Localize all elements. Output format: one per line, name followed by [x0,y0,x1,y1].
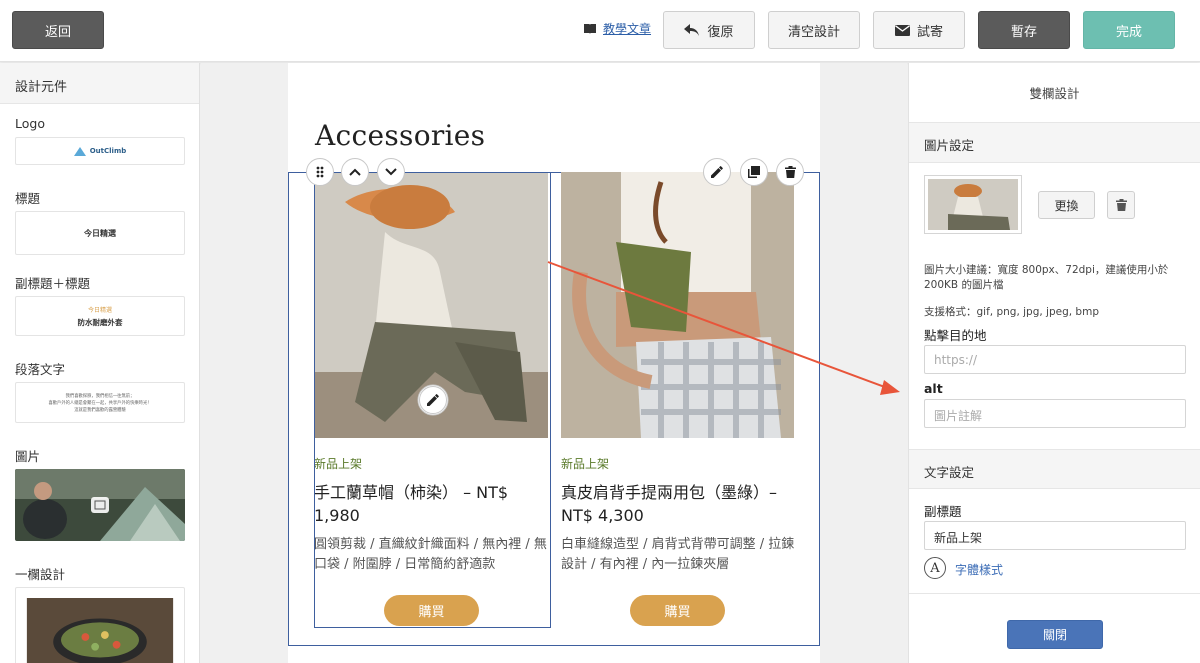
product-title[interactable]: 手工蘭草帽（柿染） – NT$ 1,980 [314,481,548,527]
pencil-icon [711,166,723,178]
top-toolbar: 返回 教學文章 復原 清空設計 試寄 暫存 完成 [0,0,1200,62]
image-thumbnail [924,175,1022,234]
buy-button[interactable]: 購買 [630,595,725,626]
replace-label: 更換 [1054,198,1079,213]
camping-photo-thumbnail [15,469,185,541]
subtitle-input[interactable]: 新品上架 [924,521,1186,550]
clear-design-label: 清空設計 [787,24,840,40]
delete-image-button[interactable] [1107,191,1135,219]
section-heading[interactable]: Accessories [315,119,485,152]
restore-button[interactable]: 復原 [663,11,755,49]
chevron-up-icon [349,168,361,176]
buy-button[interactable]: 購買 [384,595,479,626]
image-format-hint: 支援格式：gif, png, jpg, jpeg, bmp [924,306,1099,318]
alt-label: alt [924,381,943,396]
panel-title: 雙欄設計 [909,63,1200,123]
move-down-button[interactable] [377,158,405,186]
replace-image-button[interactable]: 更換 [1038,191,1095,219]
alt-input[interactable]: 圖片註解 [924,399,1186,428]
restore-label: 復原 [707,24,734,40]
done-label: 完成 [1115,24,1142,40]
drag-handle-icon [316,166,324,178]
pencil-icon [427,394,439,406]
done-button[interactable]: 完成 [1083,11,1175,49]
subtitle-label: 副標題 [924,504,962,519]
font-style-icon: A [924,557,946,579]
cooking-photo-thumbnail [26,598,174,663]
settings-panel: 雙欄設計 圖片設定 更換 圖片大小建議：寬度 800px、72dpi，建議使用小… [908,63,1200,663]
subtitle-preview-sub: 今日精選 [87,306,112,314]
edit-image-button[interactable] [419,386,447,414]
image-settings-header: 圖片設定 [909,123,1200,163]
paragraph-preview-line: 這就是我們喜歡的露營體驗 [74,407,126,413]
buy-label: 購買 [664,605,691,620]
trash-icon [1115,199,1127,211]
product-tag[interactable]: 新品上架 [561,455,609,472]
component-label-subtitle-title: 副標題＋標題 [15,276,91,291]
undo-icon [684,24,700,36]
component-paragraph[interactable]: 我們喜歡探險，我們相信一往無前； 喜歡戶外的人總是會聚在一起，共享戶外的快樂時光… [15,382,185,423]
drag-handle-button[interactable] [306,158,334,186]
link-label: 點擊目的地 [924,328,987,343]
font-style-link[interactable]: 字體樣式 [955,561,1003,578]
back-button[interactable]: 返回 [12,11,104,49]
close-button[interactable]: 關閉 [1007,620,1103,649]
tutorial-link[interactable]: 教學文章 [603,20,651,37]
component-title[interactable]: 今日精選 [15,211,185,255]
logo-text: OutClimb [89,147,127,155]
book-icon [584,23,596,34]
product-description[interactable]: 白車縫線造型 / 肩背式背帶可調整 / 拉鍊設計 / 有內裡 / 內一拉鍊夾層 [561,535,797,575]
email-canvas: Accessories 新品上架 手工蘭草帽（柿染） – NT$ 1,980 圓… [288,63,820,663]
component-logo[interactable]: OutClimb [15,137,185,165]
trash-icon [784,166,796,178]
components-header: 設計元件 [0,63,199,104]
component-label-image: 圖片 [15,449,41,464]
chevron-down-icon [385,168,397,176]
font-style-icon-letter: A [930,560,940,576]
hat-model-thumbnail [928,179,1018,230]
edit-block-button[interactable] [703,158,731,186]
bag-model-photo [561,172,794,438]
test-send-label: 試寄 [916,24,943,40]
move-up-button[interactable] [341,158,369,186]
clear-design-button[interactable]: 清空設計 [768,11,860,49]
product-image-bag[interactable] [561,172,794,438]
component-label-title: 標題 [15,191,41,206]
save-draft-label: 暫存 [1010,24,1037,40]
paragraph-preview-line: 喜歡戶外的人總是會聚在一起，共享戶外的快樂時光！ [48,400,152,406]
component-label-one-column: 一欄設計 [15,567,66,582]
component-label-paragraph: 段落文字 [15,362,66,377]
tutorial-link-wrap: 教學文章 [583,20,651,37]
buy-label: 購買 [418,605,445,620]
close-label: 關閉 [1042,628,1067,642]
component-label-logo: Logo [15,116,45,131]
link-input[interactable]: https:// [924,345,1186,374]
test-send-button[interactable]: 試寄 [873,11,965,49]
product-description[interactable]: 圓領剪裁 / 直織紋針織面料 / 無內裡 / 無口袋 / 附圍脖 / 日常簡約舒… [314,535,548,575]
subtitle-preview-title: 防水耐磨外套 [77,317,123,327]
component-one-column[interactable] [15,587,185,663]
product-tag[interactable]: 新品上架 [314,455,362,472]
paragraph-preview-line: 我們喜歡探險，我們相信一往無前； [65,393,135,399]
product-title[interactable]: 真皮肩背手提兩用包（墨綠）– NT$ 4,300 [561,481,797,527]
copy-icon [748,166,760,178]
delete-block-button[interactable] [776,158,804,186]
title-preview: 今日精選 [84,228,116,238]
component-image[interactable] [15,469,185,541]
mountain-logo-icon [73,147,86,156]
components-panel: 設計元件 Logo OutClimb 標題 今日精選 副標題＋標題 今日精選 防… [0,63,200,663]
back-label: 返回 [44,24,71,40]
save-draft-button[interactable]: 暫存 [978,11,1070,49]
text-settings-header: 文字設定 [909,449,1200,489]
image-size-hint: 圖片大小建議：寬度 800px、72dpi，建議使用小於 200KB 的圖片檔 [924,264,1169,291]
envelope-icon [894,24,910,36]
component-subtitle-title[interactable]: 今日精選 防水耐磨外套 [15,296,185,336]
duplicate-block-button[interactable] [740,158,768,186]
